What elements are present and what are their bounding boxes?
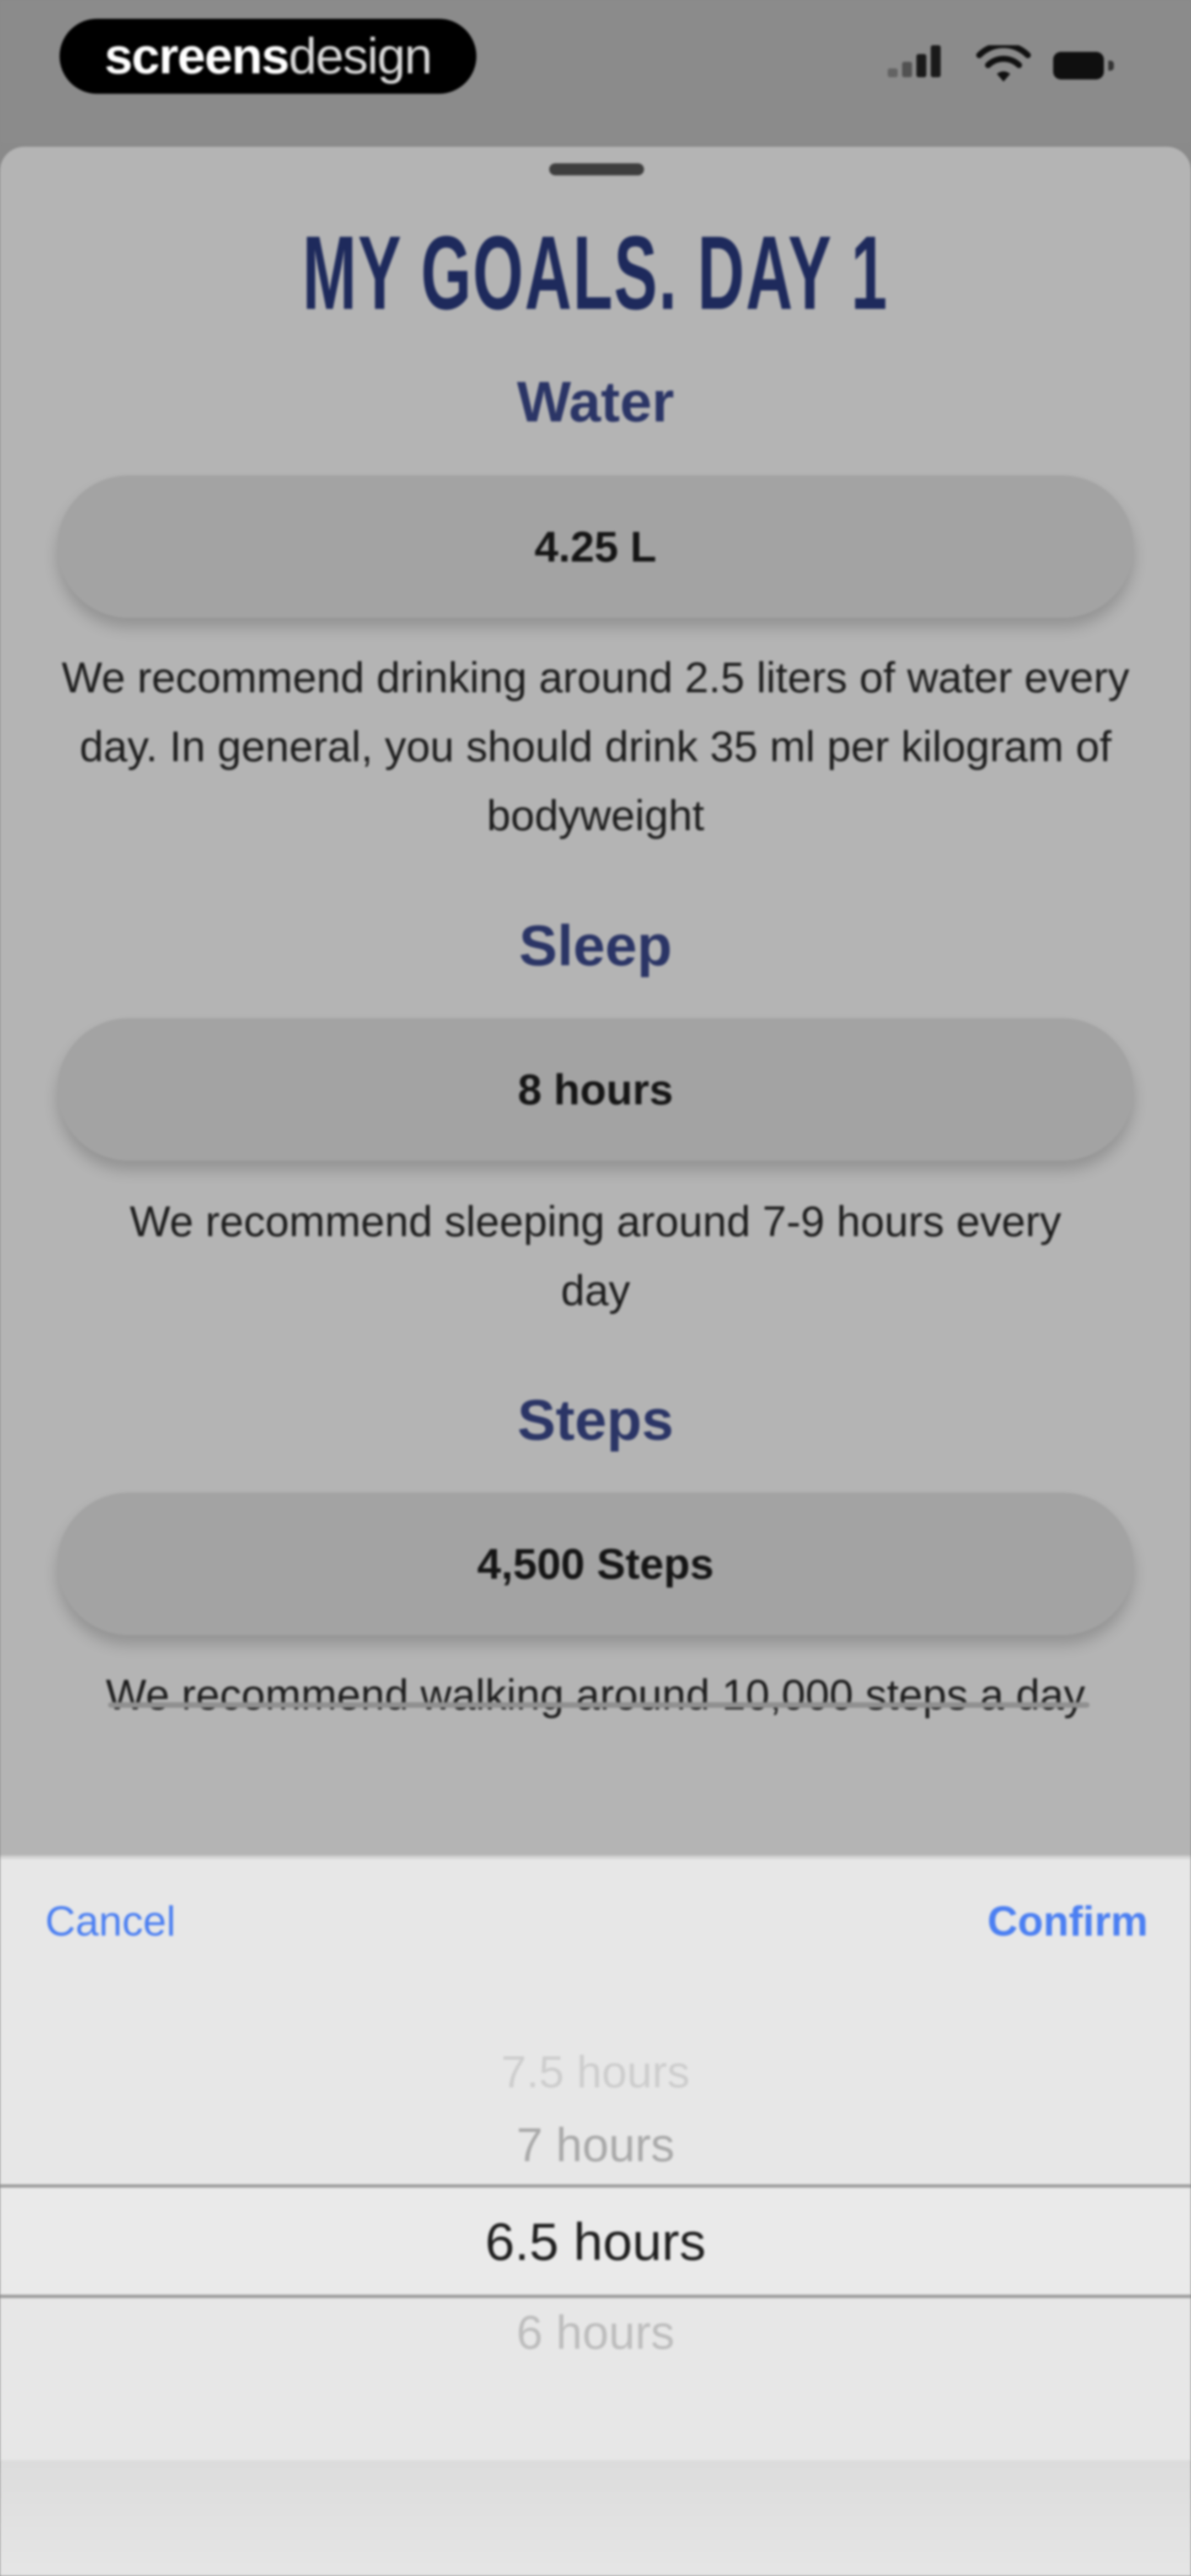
confirm-button[interactable]: Confirm [988,1898,1148,1946]
picker-option[interactable]: 7 hours [0,2118,1191,2173]
brand-logo-thin: design [288,28,432,84]
cancel-button[interactable]: Cancel [45,1898,176,1946]
battery-icon [1053,52,1114,79]
wifi-icon [976,45,1031,82]
app-screen: screensdesign MY GOALS. DAY 1 Water 4.25… [0,0,1191,2576]
water-heading: Water [517,370,674,434]
steps-description: We recommend walking around 10,000 steps… [105,1670,1086,1719]
sleep-description: We recommend sleeping around 7-9 hours e… [130,1197,1061,1314]
brand-logo-bold: screens [104,28,290,84]
water-value-field[interactable]: 4.25 L [57,475,1134,618]
steps-heading: Steps [517,1388,674,1452]
sleep-value-field[interactable]: 8 hours [57,1018,1134,1161]
cellular-signal-icon [888,44,948,77]
sheet-drag-handle[interactable] [549,163,644,175]
picker-option-selected[interactable]: 6.5 hours [0,2212,1191,2273]
status-bar: screensdesign [0,0,1191,143]
page-title: MY GOALS. DAY 1 [302,215,889,332]
sleep-heading: Sleep [519,914,672,978]
picker-option[interactable]: 7.5 hours [0,2046,1191,2098]
brand-logo: screensdesign [60,19,476,94]
water-description: We recommend drinking around 2.5 liters … [61,653,1130,840]
steps-value-field[interactable]: 4,500 Steps [57,1493,1134,1635]
picker-option[interactable]: 6 hours [0,2306,1191,2360]
status-icons [888,45,1119,84]
sleep-picker: Cancel Confirm 7.5 hours 7 hours 6.5 hou… [0,1856,1191,2576]
picker-bottom-fade [0,2460,1191,2576]
divider [108,1702,1090,1708]
